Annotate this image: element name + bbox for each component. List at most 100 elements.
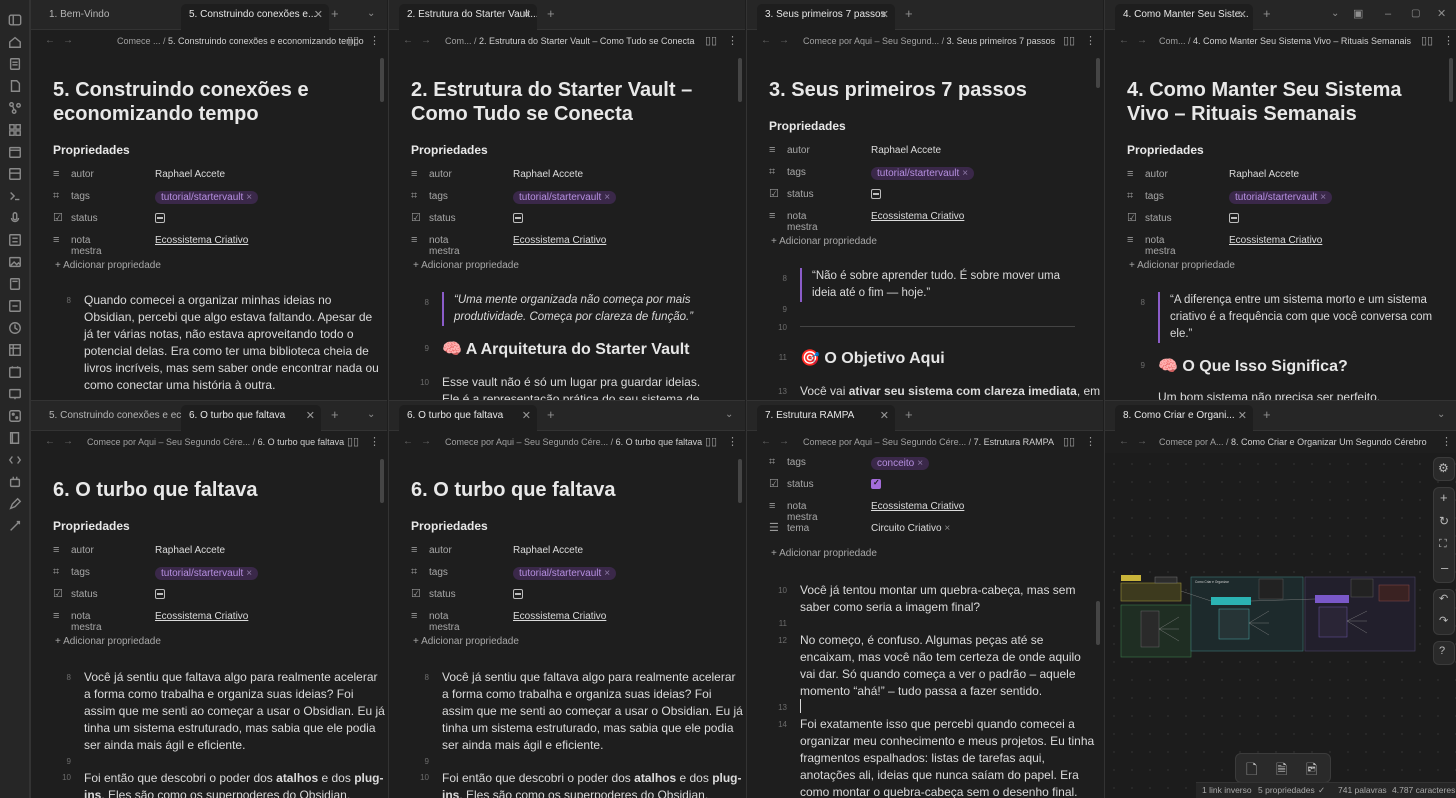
fit-view-icon[interactable]: ⛶	[1439, 538, 1447, 551]
breadcrumb-current[interactable]: 4. Como Manter Seu Sistema Vivo – Rituai…	[1193, 36, 1411, 46]
blockquote[interactable]: “Uma mente organizada não começa por mai…	[442, 292, 693, 326]
media-card-icon[interactable]: 🖻	[1306, 759, 1317, 783]
close-icon[interactable]: ✕	[1238, 405, 1247, 427]
more-options-icon[interactable]: ⋮	[1085, 34, 1096, 47]
canvas-group-yellow[interactable]	[1120, 582, 1182, 602]
chevron-down-icon[interactable]: ⌄	[367, 6, 375, 22]
property-link[interactable]: Ecossistema Criativo	[871, 501, 964, 512]
zoom-in-icon[interactable]: +	[1440, 490, 1448, 505]
settings-tools-icon[interactable]	[7, 518, 23, 534]
status-checkbox[interactable]	[155, 589, 165, 599]
undo-icon[interactable]: ↶	[1439, 592, 1448, 605]
minimize-icon[interactable]: –	[1385, 6, 1391, 22]
forward-icon[interactable]: →	[1137, 35, 1147, 46]
new-tab-icon[interactable]: +	[331, 6, 339, 22]
paragraph[interactable]: Você já sentiu que faltava algo para rea…	[84, 669, 385, 754]
add-property-button[interactable]: + Adicionar propriedade	[55, 636, 161, 647]
breadcrumb-parent[interactable]: Com...	[1159, 36, 1186, 46]
remove-tag-icon[interactable]: ×	[917, 458, 923, 469]
remove-tag-icon[interactable]: ×	[1320, 192, 1326, 203]
add-property-button[interactable]: + Adicionar propriedade	[413, 260, 519, 271]
template-icon[interactable]	[7, 166, 23, 182]
document-icon[interactable]	[7, 78, 23, 94]
graph-icon[interactable]	[7, 100, 23, 116]
reading-view-icon[interactable]: ▯▯	[705, 34, 717, 47]
back-icon[interactable]: ←	[45, 35, 55, 46]
close-icon[interactable]: ✕	[522, 405, 531, 427]
new-tab-icon[interactable]: +	[905, 407, 913, 423]
close-window-icon[interactable]: ✕	[1437, 6, 1446, 22]
tab-turbo[interactable]: 6. O turbo que faltava ✕	[399, 405, 537, 431]
terminal-icon[interactable]	[7, 188, 23, 204]
tab-rampa[interactable]: 7. Estrutura RAMPA ✕	[757, 405, 895, 431]
slides-icon[interactable]	[7, 386, 23, 402]
property-link[interactable]: Ecossistema Criativo	[1229, 235, 1322, 246]
heading-2[interactable]: 🧠 A Arquitetura do Starter Vault	[442, 339, 690, 359]
microphone-icon[interactable]	[7, 210, 23, 226]
breadcrumb-parent[interactable]: Comece por A...	[1159, 437, 1224, 447]
forward-icon[interactable]: →	[1137, 436, 1147, 447]
paragraph[interactable]: Foi então que descobri o poder dos atalh…	[84, 770, 384, 798]
chevron-down-icon[interactable]: ⌄	[725, 407, 733, 423]
paragraph[interactable]: Um bom sistema não precisa ser perfeito.	[1158, 389, 1380, 400]
back-icon[interactable]: ←	[1119, 436, 1129, 447]
property-value[interactable]: Raphael Accete	[155, 545, 225, 556]
right-sidebar-icon[interactable]: ▣	[1353, 6, 1363, 22]
blockquote[interactable]: “Não é sobre aprender tudo. É sobre move…	[800, 268, 1060, 302]
status-checkbox[interactable]	[871, 478, 881, 489]
more-options-icon[interactable]: ⋮	[1441, 435, 1452, 448]
paragraph[interactable]: No começo, é confuso. Algumas peças até …	[800, 632, 1081, 700]
property-value[interactable]: Raphael Accete	[513, 545, 583, 556]
redo-icon[interactable]: ↷	[1439, 614, 1448, 627]
close-icon[interactable]: ✕	[522, 4, 531, 26]
book-icon[interactable]	[7, 430, 23, 446]
clock-icon[interactable]	[7, 320, 23, 336]
tag-pill[interactable]: tutorial/startervault ×	[155, 567, 259, 580]
properties-heading[interactable]: Propriedades	[411, 143, 488, 157]
back-icon[interactable]: ←	[761, 35, 771, 46]
property-value[interactable]: Raphael Accete	[155, 169, 225, 180]
back-icon[interactable]: ←	[403, 35, 413, 46]
properties-heading[interactable]: Propriedades	[1127, 143, 1204, 157]
more-options-icon[interactable]: ⋮	[369, 435, 380, 448]
property-value[interactable]: Circuito Criativo	[871, 523, 942, 534]
add-property-button[interactable]: + Adicionar propriedade	[771, 236, 877, 247]
paragraph[interactable]: Você já tentou montar um quebra-cabeça, …	[800, 582, 1075, 616]
canvas-diagram[interactable]: Como Criar e Organizar	[1119, 571, 1419, 661]
heading-2[interactable]: 🎯 O Objetivo Aqui	[800, 348, 945, 368]
breadcrumb-current[interactable]: 7. Estrutura RAMPA	[974, 437, 1054, 447]
sheet-icon[interactable]	[7, 342, 23, 358]
new-tab-icon[interactable]: +	[1263, 407, 1271, 423]
property-link[interactable]: Ecossistema Criativo	[513, 611, 606, 622]
canvas-icon[interactable]	[7, 122, 23, 138]
reset-zoom-icon[interactable]: ↻	[1439, 514, 1449, 528]
canvas-card[interactable]	[1258, 578, 1284, 600]
scrollbar[interactable]	[738, 58, 742, 102]
new-tab-icon[interactable]: +	[547, 6, 555, 22]
close-icon[interactable]: ✕	[314, 4, 323, 26]
status-checkbox[interactable]	[871, 189, 881, 199]
properties-heading[interactable]: Propriedades	[53, 519, 130, 533]
paragraph[interactable]: Quando comecei a organizar minhas ideias…	[84, 292, 379, 394]
code-icon[interactable]	[7, 452, 23, 468]
forward-icon[interactable]: →	[63, 436, 73, 447]
tag-pill[interactable]: conceito ×	[871, 457, 930, 470]
more-options-icon[interactable]: ⋮	[1085, 435, 1096, 448]
scrollbar[interactable]	[380, 58, 384, 102]
canvas-card-purple[interactable]	[1315, 595, 1349, 603]
close-icon[interactable]: ✕	[306, 405, 315, 427]
scrollbar[interactable]	[380, 459, 384, 503]
remove-tag-icon[interactable]: ×	[962, 168, 968, 179]
properties-count[interactable]: 5 propriedades	[1258, 783, 1315, 798]
reading-view-icon[interactable]: ▯▯	[347, 435, 359, 448]
breadcrumb-current[interactable]: 8. Como Criar e Organizar Um Segundo Cér…	[1231, 437, 1427, 447]
canvas-card-cyan[interactable]	[1211, 597, 1251, 605]
canvas-card[interactable]	[1154, 576, 1178, 584]
paragraph[interactable]: Você já sentiu que faltava algo para rea…	[442, 669, 743, 754]
property-link[interactable]: Ecossistema Criativo	[155, 235, 248, 246]
more-options-icon[interactable]: ⋮	[727, 34, 738, 47]
breadcrumb-current[interactable]: 3. Seus primeiros 7 passos	[947, 36, 1056, 46]
back-icon[interactable]: ←	[403, 436, 413, 447]
canvas-card[interactable]	[1218, 608, 1250, 640]
canvas-card[interactable]	[1140, 610, 1160, 648]
